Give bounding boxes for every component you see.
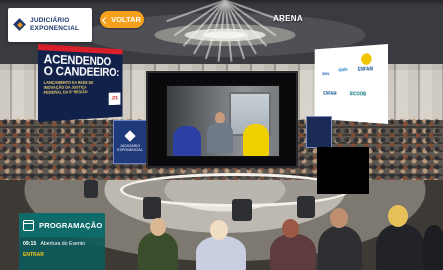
speaker-body: [207, 123, 233, 153]
avatar: [318, 226, 362, 270]
back-button-label: VOLTAR: [111, 15, 141, 24]
enter-link[interactable]: ENTRAR: [23, 252, 101, 258]
diamond-logo-icon: [14, 19, 26, 31]
blank-panel: [317, 147, 369, 194]
top-shade: [0, 0, 443, 6]
sponsor-logo-icon: [361, 52, 372, 65]
pillar-sign-line2: EXPONENCIAL: [117, 148, 143, 152]
page-title: ARENA: [273, 14, 303, 23]
schedule-title: PROGRAMAÇÃO: [39, 220, 103, 230]
sponsor-logo: ENFAM: [357, 66, 373, 73]
banner-heading-line2: O CANDEEIRO:: [43, 63, 120, 79]
logo-line1: JUDICIÁRIO: [30, 17, 70, 24]
avatar: [376, 224, 424, 270]
avatar-head: [150, 218, 166, 236]
banner-tag: JF5: [108, 92, 121, 106]
sponsor-panel: inov ajufe ENFAM ENFAM SICOOB: [314, 44, 388, 124]
yellow-chair: [243, 124, 269, 156]
video-stream[interactable]: [166, 85, 280, 157]
avatar-head: [388, 205, 408, 227]
schedule-panel: PROGRAMAÇÃO 09:15 Abertura do Evento ENT…: [19, 213, 105, 270]
avatar-head: [210, 220, 228, 240]
chair: [232, 199, 252, 221]
sponsor-logo: inov: [321, 71, 330, 77]
speaker: [207, 112, 233, 153]
banner-heading: ACENDENDO O CANDEEIRO:: [43, 51, 120, 79]
pillar-sign: JUDICIÁRIO EXPONENCIAL: [113, 120, 147, 164]
avatar: [270, 234, 316, 270]
diamond-logo-icon: [124, 130, 136, 142]
event-banner: ACENDENDO O CANDEEIRO: LANÇAMENTO DA RED…: [38, 44, 123, 122]
chair: [84, 180, 98, 198]
right-sign: [306, 116, 332, 148]
logo-text: JUDICIÁRIO EXPONENCIAL: [30, 17, 79, 33]
chair: [143, 197, 161, 219]
banner-subtitle: LANÇAMENTO DA REDE DE INOVAÇÃO DA JUSTIÇ…: [43, 80, 94, 95]
schedule-item: 09:15 Abertura do Evento: [23, 241, 101, 247]
back-button[interactable]: VOLTAR: [100, 11, 144, 28]
blue-chair: [173, 126, 201, 156]
sponsor-logo: ajufe: [338, 67, 348, 74]
schedule-list: 09:15 Abertura do Evento ENTRAR: [19, 237, 105, 270]
chevron-left-icon: [102, 16, 110, 24]
avatar: [196, 236, 246, 270]
chair: [297, 196, 315, 218]
avatar: [138, 232, 178, 270]
schedule-header[interactable]: PROGRAMAÇÃO: [19, 213, 105, 237]
sponsor-logo: ENFAM: [323, 91, 337, 97]
avatar-head: [282, 219, 299, 238]
judiciario-exponencial-logo[interactable]: JUDICIÁRIO EXPONENCIAL: [8, 8, 92, 42]
avatar: [423, 225, 443, 270]
schedule-time: 09:15: [23, 241, 37, 247]
sponsor-logo: SICOOB: [349, 91, 367, 98]
schedule-label: Abertura do Evento: [40, 241, 86, 247]
logo-line2: EXPONENCIAL: [30, 25, 80, 32]
calendar-icon: [23, 219, 34, 231]
avatar-head: [330, 208, 348, 228]
